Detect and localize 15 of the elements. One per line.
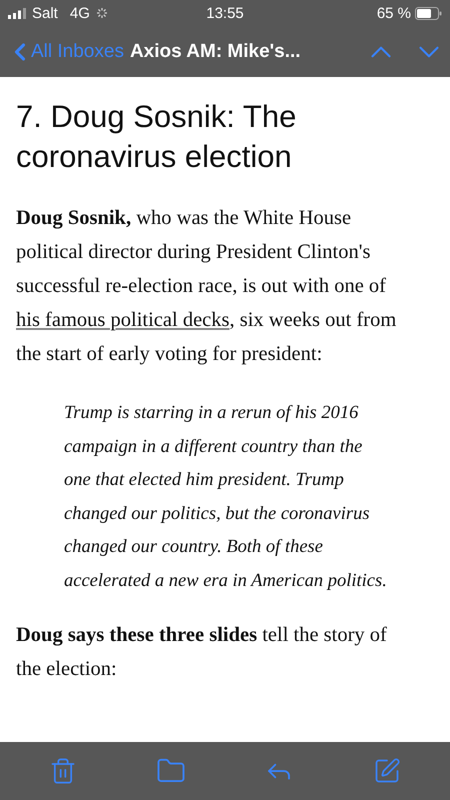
trash-icon[interactable]	[49, 757, 78, 785]
battery-percent: 65 %	[376, 4, 412, 22]
carrier-name: Salt	[32, 4, 58, 22]
block-quote: Trump is starring in a rerun of his 2016 campaign in a different country than the one that elected him president. Trump changed our politics, but the coronavirus changed our country. Both of these accelerated a new era in American politics.	[64, 402, 388, 592]
loading-spinner-icon	[96, 7, 108, 19]
signal-icon	[8, 8, 26, 18]
paragraph: Doug Sosnik, who was the White House political director during President Clinton's successful re-election race, is out with one of his famous political decks, six weeks out from the start of early voting for president:	[16, 206, 398, 367]
article-heading: 7. Doug Sosnik: The coronavirus election	[16, 98, 298, 176]
compose-icon[interactable]	[372, 757, 401, 785]
email-subject: Axios AM: Mike's...	[130, 40, 302, 62]
paragraph: Doug says these three slides tell the story of the election:	[16, 623, 388, 682]
link[interactable]: his famous political decks	[16, 309, 230, 331]
clock-time: 13:55	[206, 4, 244, 22]
network-type: 4G	[70, 4, 90, 22]
battery-icon	[415, 6, 442, 20]
